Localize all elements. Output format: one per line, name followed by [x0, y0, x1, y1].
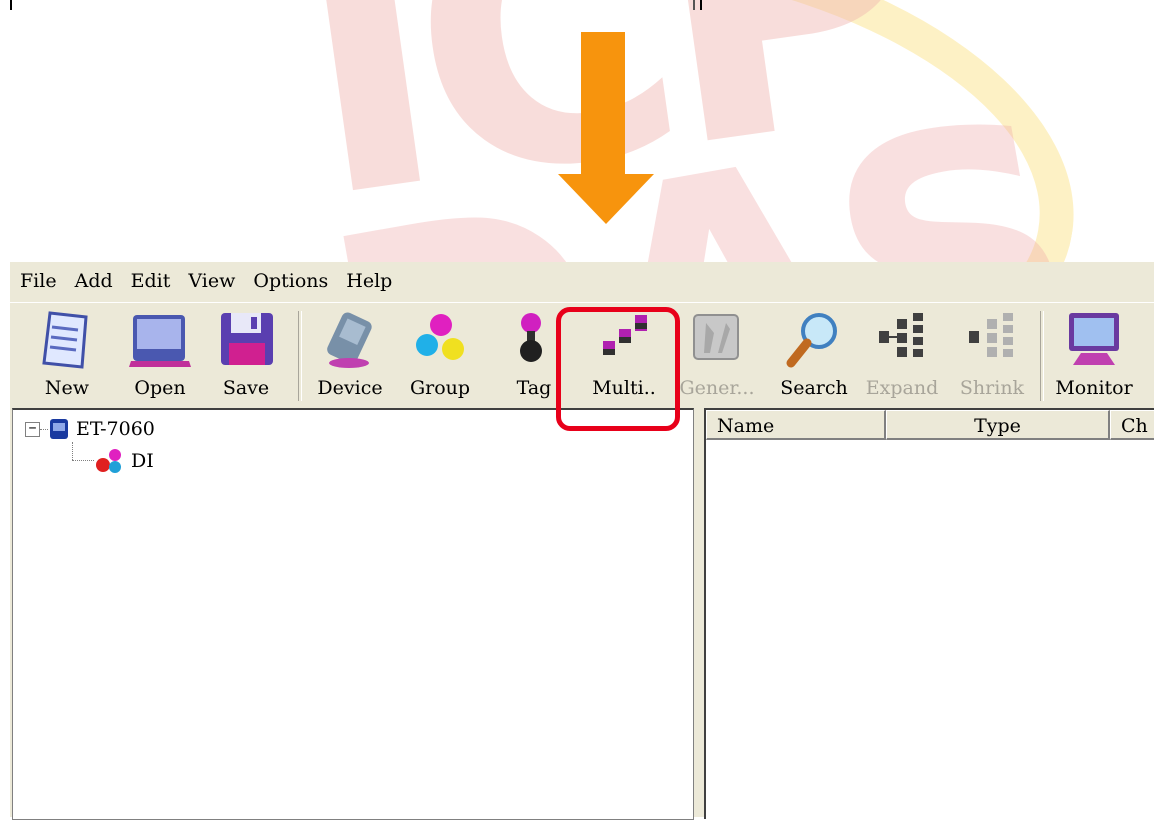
- menu-help[interactable]: Help: [340, 270, 398, 292]
- column-header-name[interactable]: Name: [706, 410, 886, 440]
- group-icon: [416, 314, 464, 360]
- search-button[interactable]: Search: [776, 307, 852, 405]
- multi-tag-icon: [603, 315, 647, 355]
- column-header-type[interactable]: Type: [886, 410, 1110, 440]
- expand-button[interactable]: Expand: [866, 307, 938, 405]
- menu-view[interactable]: View: [182, 270, 241, 292]
- new-document-icon: [42, 311, 88, 369]
- tree-node-di[interactable]: DI: [95, 448, 154, 474]
- tag-icon: [520, 313, 542, 362]
- tree-node-di-label: DI: [131, 450, 154, 472]
- device-button[interactable]: Device: [308, 307, 392, 405]
- generate-button-label: Gener...: [679, 377, 755, 399]
- tag-button[interactable]: Tag: [504, 307, 564, 405]
- list-pane: Name Type Ch: [704, 408, 1154, 819]
- generate-tools-icon: [693, 314, 739, 360]
- group-button-label: Group: [409, 377, 471, 399]
- previous-window-edge-left: [10, 0, 12, 10]
- open-button[interactable]: Open: [120, 307, 200, 405]
- pane-splitter[interactable]: [694, 408, 704, 817]
- down-arrow-icon: [558, 32, 654, 224]
- save-button[interactable]: Save: [210, 307, 282, 405]
- monitor-button[interactable]: Monitor: [1050, 307, 1138, 405]
- multi-button[interactable]: Multi..: [582, 307, 666, 405]
- menu-edit[interactable]: Edit: [125, 270, 177, 292]
- app-window: File Add Edit View Options Help New Open: [10, 262, 1154, 820]
- device-module-icon: [327, 312, 372, 368]
- tree-pane: − ET-7060 DI: [12, 408, 694, 820]
- monitor-icon: [1069, 313, 1119, 365]
- toolbar: New Open Save Device Group Tag Multi.. G…: [10, 302, 1154, 409]
- multi-button-label: Multi..: [592, 377, 656, 399]
- generate-button[interactable]: Gener...: [679, 307, 755, 405]
- toolbar-separator: [298, 311, 302, 401]
- expand-tree-icon: [879, 313, 923, 357]
- menu-options[interactable]: Options: [247, 270, 334, 292]
- magnifier-icon: [786, 313, 837, 368]
- shrink-button-label: Shrink: [959, 377, 1025, 399]
- shrink-button[interactable]: Shrink: [956, 307, 1028, 405]
- tree-node-et7060[interactable]: − ET-7060: [25, 418, 155, 440]
- previous-window-splitter: [693, 0, 695, 10]
- toolbar-separator: [1040, 311, 1044, 401]
- column-header-channel[interactable]: Ch: [1110, 410, 1154, 440]
- search-button-label: Search: [780, 377, 848, 399]
- device-node-icon: [50, 419, 68, 439]
- menu-file[interactable]: File: [14, 270, 63, 292]
- expand-button-label: Expand: [865, 377, 939, 399]
- open-button-label: Open: [134, 377, 186, 399]
- group-button[interactable]: Group: [400, 307, 480, 405]
- monitor-button-label: Monitor: [1055, 377, 1133, 399]
- previous-window-edge-right: [700, 0, 702, 10]
- tree-connector: [72, 460, 94, 461]
- new-button-label: New: [44, 377, 90, 399]
- save-button-label: Save: [222, 377, 270, 399]
- floppy-disk-icon: [221, 313, 273, 365]
- menu-add[interactable]: Add: [69, 270, 119, 292]
- new-button[interactable]: New: [32, 307, 102, 405]
- collapse-toggle-icon[interactable]: −: [25, 421, 40, 437]
- open-folder-icon: [129, 315, 191, 367]
- device-button-label: Device: [317, 377, 383, 399]
- shrink-tree-icon: [969, 313, 1013, 357]
- menu-bar: File Add Edit View Options Help: [10, 262, 1154, 300]
- tree-node-et7060-label: ET-7060: [76, 418, 155, 440]
- tree-connector: [72, 442, 73, 460]
- group-node-icon: [96, 449, 121, 473]
- tag-button-label: Tag: [516, 377, 552, 399]
- list-header: Name Type Ch: [706, 410, 1154, 440]
